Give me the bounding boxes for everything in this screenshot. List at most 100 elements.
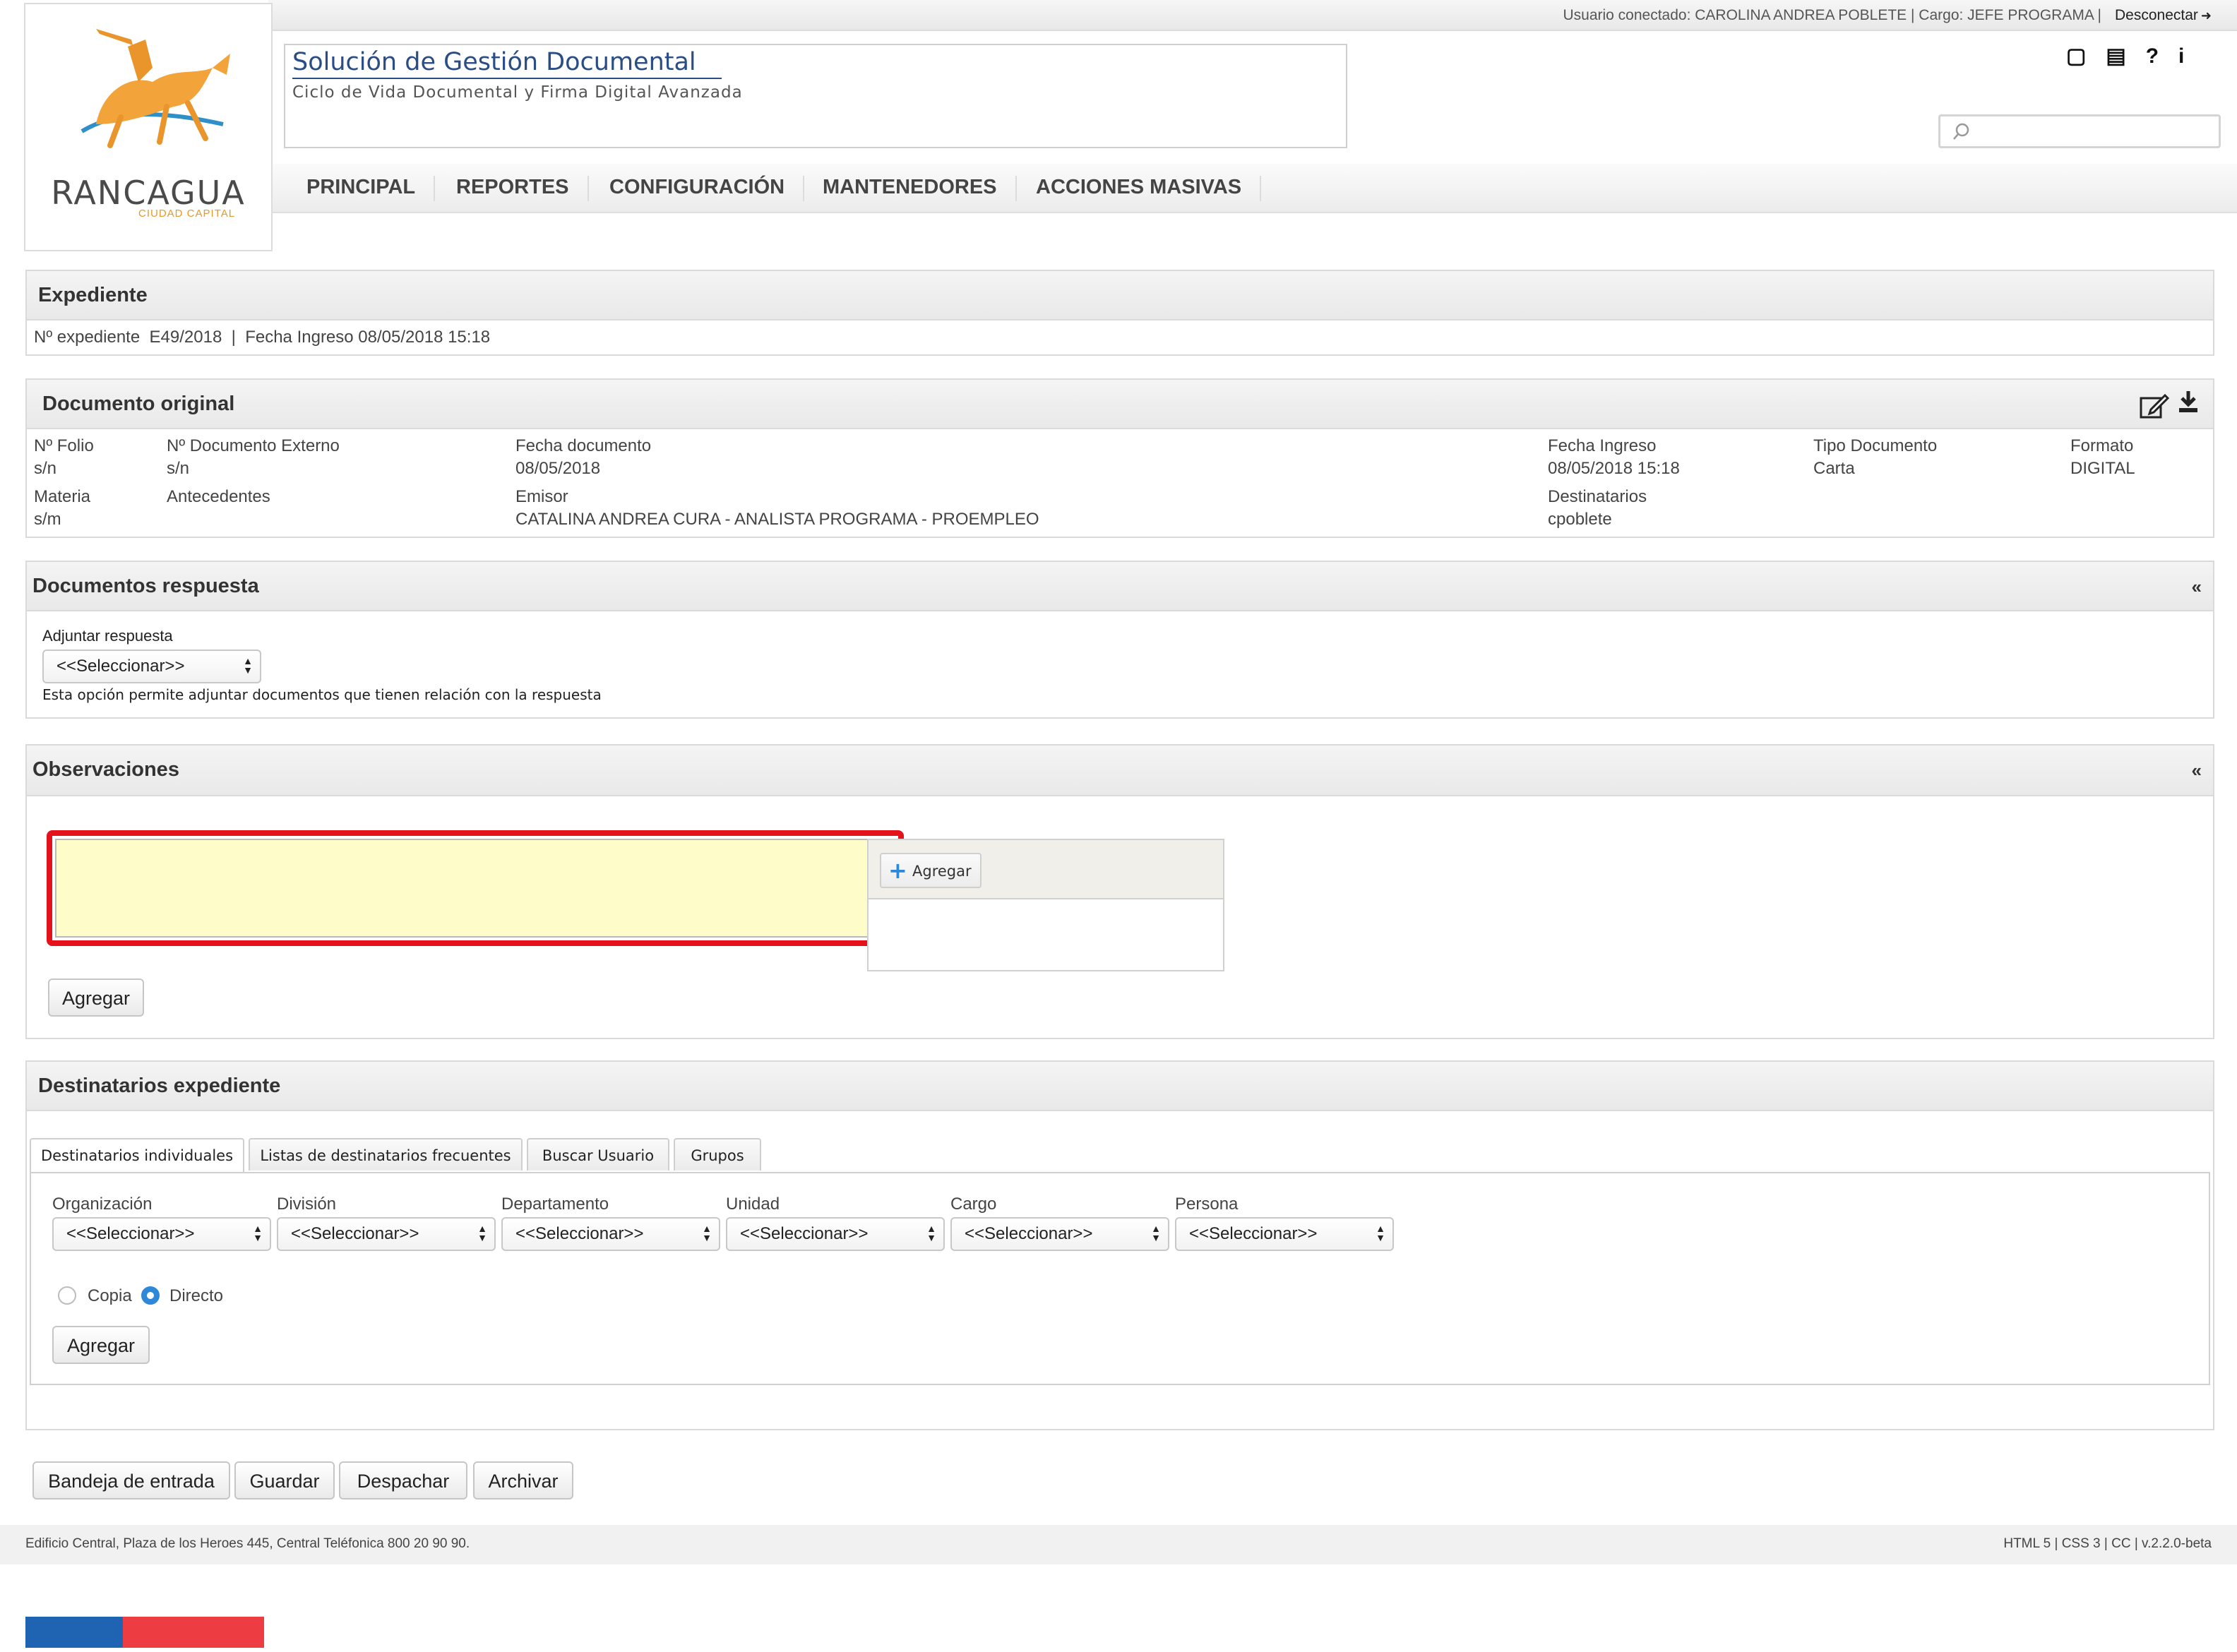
logout-icon[interactable]: ➜ bbox=[2201, 8, 2212, 23]
emisor-label: Emisor bbox=[515, 487, 568, 506]
tab-destinatarios-individuales[interactable]: Destinatarios individuales bbox=[30, 1138, 244, 1173]
attach-add-button[interactable]: + Agregar bbox=[880, 853, 982, 888]
observaciones-title: Observaciones bbox=[32, 758, 179, 781]
help-icon[interactable]: ? bbox=[2146, 44, 2159, 68]
organizacion-label: Organización bbox=[52, 1195, 153, 1214]
select-arrows-icon: ▲ ▼ bbox=[243, 655, 253, 676]
adjuntar-help-text: Esta opción permite adjuntar documentos … bbox=[42, 686, 602, 703]
observaciones-highlight bbox=[47, 830, 904, 946]
attachment-toolbar: + Agregar bbox=[869, 840, 1223, 899]
cargo-label: Cargo bbox=[950, 1195, 997, 1214]
division-select[interactable]: <<Seleccionar>> ▲ ▼ bbox=[277, 1217, 496, 1251]
observaciones-panel: Observaciones « + Agregar Agregar bbox=[25, 744, 2214, 1039]
cargo-value: <<Seleccionar>> bbox=[965, 1224, 1093, 1243]
search-icon bbox=[1953, 123, 1969, 140]
doc-externo-label: Nº Documento Externo bbox=[167, 436, 340, 455]
radio-directo[interactable] bbox=[141, 1286, 160, 1305]
footer: Edificio Central, Plaza de los Heroes 44… bbox=[0, 1525, 2237, 1564]
edit-icon[interactable] bbox=[2140, 393, 2169, 419]
radio-copia-label: Copia bbox=[88, 1286, 132, 1305]
organizacion-select[interactable]: <<Seleccionar>> ▲ ▼ bbox=[52, 1217, 271, 1251]
book-icon[interactable]: ▢ bbox=[2066, 44, 2086, 68]
nav-reportes[interactable]: REPORTES bbox=[456, 176, 589, 201]
collapse-icon[interactable]: « bbox=[2192, 576, 2202, 598]
formato-value: DIGITAL bbox=[2070, 459, 2135, 478]
departamento-select[interactable]: <<Seleccionar>> ▲ ▼ bbox=[501, 1217, 720, 1251]
destinatario-add-button[interactable]: Agregar bbox=[52, 1326, 150, 1364]
expediente-title: Expediente bbox=[38, 284, 148, 306]
download-icon[interactable] bbox=[2178, 390, 2199, 414]
antecedentes-label: Antecedentes bbox=[167, 487, 270, 506]
departamento-label: Departamento bbox=[501, 1195, 609, 1214]
unidad-value: <<Seleccionar>> bbox=[740, 1224, 869, 1243]
tab-grupos[interactable]: Grupos bbox=[674, 1138, 761, 1171]
select-arrows-icon: ▲ ▼ bbox=[477, 1223, 487, 1243]
logout-label[interactable]: Desconectar bbox=[2115, 7, 2198, 23]
documentos-respuesta-header[interactable]: Documentos respuesta « bbox=[27, 562, 2213, 611]
attachment-box: + Agregar bbox=[867, 839, 1224, 971]
select-arrows-icon: ▲ ▼ bbox=[702, 1223, 712, 1243]
tab-buscar-usuario[interactable]: Buscar Usuario bbox=[527, 1138, 669, 1171]
observaciones-textarea[interactable] bbox=[55, 839, 895, 938]
fecha-doc-label: Fecha documento bbox=[515, 436, 652, 455]
division-value: <<Seleccionar>> bbox=[291, 1224, 419, 1243]
search-input[interactable] bbox=[1938, 114, 2221, 148]
fecha-ingreso-value: 08/05/2018 15:18 bbox=[1548, 459, 1680, 478]
flag-blue-stripe bbox=[25, 1617, 123, 1648]
nav-acciones-masivas[interactable]: ACCIONES MASIVAS bbox=[1036, 176, 1262, 201]
fecha-doc-value: 08/05/2018 bbox=[515, 459, 601, 478]
unidad-select[interactable]: <<Seleccionar>> ▲ ▼ bbox=[726, 1217, 945, 1251]
logout-link[interactable]: Desconectar ➜ bbox=[2115, 7, 2212, 24]
folio-label: Nº Folio bbox=[34, 436, 94, 455]
info-icon[interactable]: i bbox=[2178, 44, 2184, 68]
destinatarios-panel: Destinatarios expediente Destinatarios i… bbox=[25, 1060, 2214, 1430]
user-bar: Usuario conectado: CAROLINA ANDREA POBLE… bbox=[268, 0, 2237, 31]
documento-original-panel: Documento original Nº Folio s/n Nº Docum… bbox=[25, 378, 2214, 538]
tipo-doc-label: Tipo Documento bbox=[1813, 436, 1938, 455]
observaciones-header[interactable]: Observaciones « bbox=[27, 746, 2213, 796]
destinatarios-value: cpoblete bbox=[1548, 510, 1612, 529]
app-subtitle: Ciclo de Vida Documental y Firma Digital… bbox=[292, 83, 743, 102]
documentos-respuesta-title: Documentos respuesta bbox=[32, 575, 259, 597]
observacion-add-button[interactable]: Agregar bbox=[48, 978, 144, 1017]
app-title: Solución de Gestión Documental bbox=[292, 48, 722, 79]
nav-mantenedores[interactable]: MANTENEDORES bbox=[823, 176, 1017, 201]
adjuntar-select-value: <<Seleccionar>> bbox=[56, 657, 185, 676]
adjuntar-respuesta-select[interactable]: <<Seleccionar>> ▲ ▼ bbox=[42, 650, 261, 683]
nav-principal[interactable]: PRINCIPAL bbox=[306, 176, 436, 201]
attach-add-label: Agregar bbox=[912, 863, 972, 880]
nav-configuracion[interactable]: CONFIGURACIÓN bbox=[609, 176, 805, 201]
logo-name: RANCAGUA bbox=[51, 174, 246, 212]
emisor-value: CATALINA ANDREA CURA - ANALISTA PROGRAMA… bbox=[515, 510, 1039, 529]
logo-subtitle: CIUDAD CAPITAL bbox=[138, 208, 236, 220]
radio-copia[interactable] bbox=[58, 1286, 76, 1305]
formato-label: Formato bbox=[2070, 436, 2134, 455]
newspaper-icon[interactable]: ▤ bbox=[2106, 44, 2125, 68]
footer-meta: HTML 5 | CSS 3 | CC | v.2.2.0-beta bbox=[2003, 1536, 2212, 1551]
persona-select[interactable]: <<Seleccionar>> ▲ ▼ bbox=[1175, 1217, 1394, 1251]
cargo-select[interactable]: <<Seleccionar>> ▲ ▼ bbox=[950, 1217, 1169, 1251]
unidad-label: Unidad bbox=[726, 1195, 780, 1214]
select-arrows-icon: ▲ ▼ bbox=[1151, 1223, 1161, 1243]
select-arrows-icon: ▲ ▼ bbox=[253, 1223, 263, 1243]
destinatarios-label: Destinatarios bbox=[1548, 487, 1647, 506]
bandeja-entrada-button[interactable]: Bandeja de entrada bbox=[32, 1461, 230, 1500]
connected-user-text: Usuario conectado: CAROLINA ANDREA POBLE… bbox=[1563, 7, 2101, 23]
expediente-panel: Expediente Nº expediente E49/2018 | Fech… bbox=[25, 270, 2214, 356]
expediente-header: Expediente bbox=[27, 271, 2213, 321]
destinatarios-header: Destinatarios expediente bbox=[27, 1062, 2213, 1111]
organizacion-value: <<Seleccionar>> bbox=[66, 1224, 195, 1243]
main-nav: PRINCIPAL REPORTES CONFIGURACIÓN MANTENE… bbox=[273, 164, 2237, 213]
collapse-icon[interactable]: « bbox=[2192, 760, 2202, 782]
plus-icon: + bbox=[888, 857, 907, 884]
archivar-button[interactable]: Archivar bbox=[473, 1461, 573, 1500]
documento-original-title: Documento original bbox=[42, 393, 235, 415]
top-icon-bar: ▢ ▤? i bbox=[2066, 44, 2204, 72]
tab-listas-frecuentes[interactable]: Listas de destinatarios frecuentes bbox=[249, 1138, 523, 1171]
adjuntar-label: Adjuntar respuesta bbox=[42, 627, 173, 645]
despachar-button[interactable]: Despachar bbox=[339, 1461, 467, 1500]
footer-address: Edificio Central, Plaza de los Heroes 44… bbox=[25, 1536, 470, 1551]
select-arrows-icon: ▲ ▼ bbox=[1376, 1223, 1385, 1243]
guardar-button[interactable]: Guardar bbox=[234, 1461, 335, 1500]
logo[interactable]: RANCAGUA CIUDAD CAPITAL bbox=[24, 3, 273, 251]
